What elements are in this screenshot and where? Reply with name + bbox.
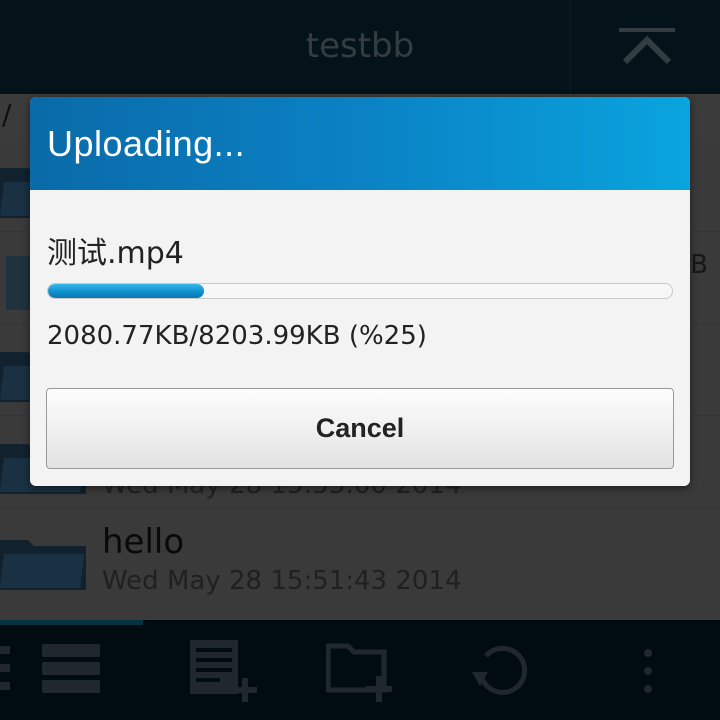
- cancel-button[interactable]: Cancel: [46, 388, 674, 469]
- upload-progress-fill: [48, 284, 204, 298]
- upload-progress-bar: [47, 283, 673, 299]
- upload-dialog: Uploading... 测试.mp4 2080.77KB/8203.99KB …: [30, 97, 690, 486]
- upload-progress-text: 2080.77KB/8203.99KB (%25): [47, 321, 427, 351]
- upload-filename: 测试.mp4: [47, 236, 184, 271]
- dialog-title: Uploading...: [47, 123, 246, 164]
- dialog-header: Uploading...: [30, 97, 690, 190]
